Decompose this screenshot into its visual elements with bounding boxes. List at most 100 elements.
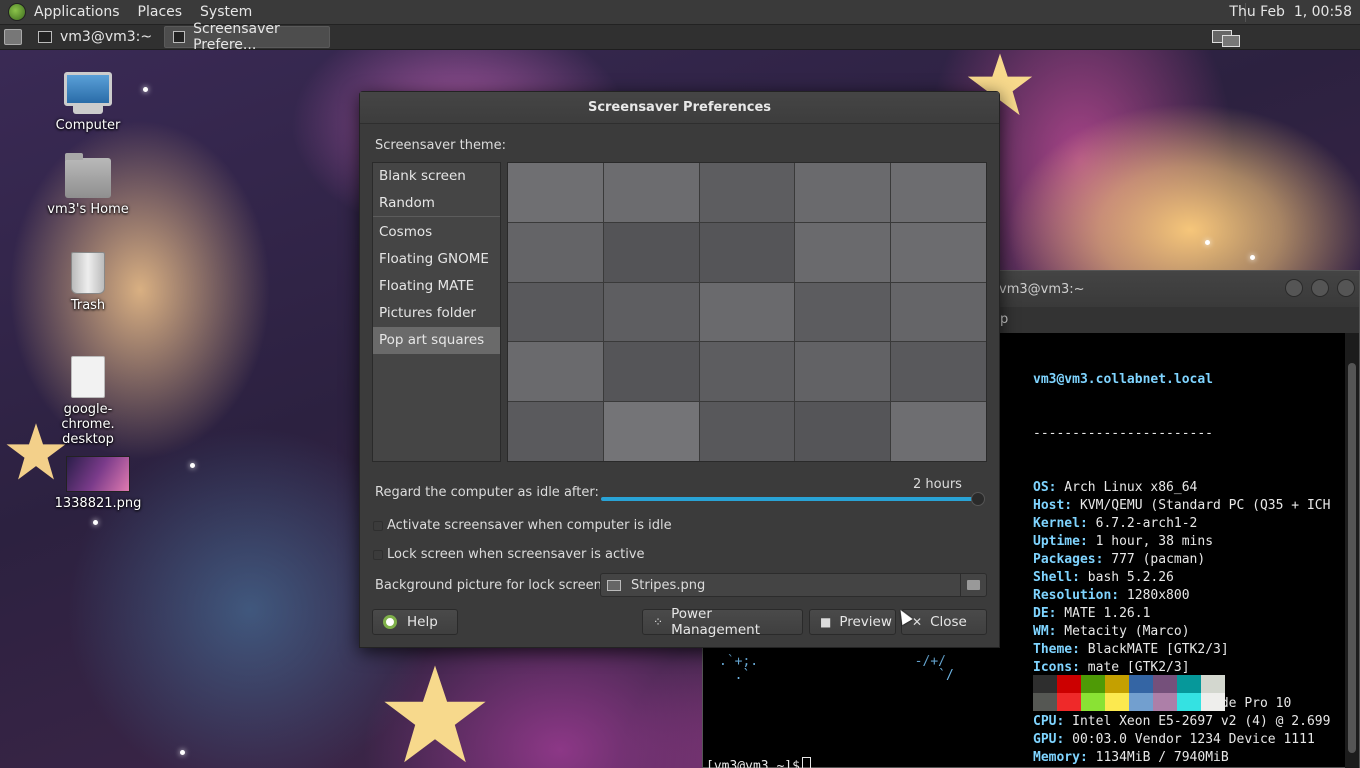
window-list-panel: vm3@vm3:~ Screensaver Prefere... bbox=[0, 21, 1360, 53]
taskbar-screensaver-prefs[interactable]: Screensaver Prefere... bbox=[164, 21, 331, 53]
preview-square bbox=[891, 342, 986, 402]
menu-system[interactable]: System bbox=[198, 4, 262, 20]
trash-icon bbox=[38, 252, 138, 294]
activate-screensaver-checkbox[interactable]: Activate screensaver when computer is id… bbox=[373, 518, 672, 533]
theme-item-random[interactable]: Random bbox=[373, 190, 500, 217]
screensaver-preferences-dialog: Screensaver Preferences Screensaver them… bbox=[359, 91, 1000, 648]
theme-item-blank-screen[interactable]: Blank screen bbox=[373, 163, 500, 190]
palette-swatch bbox=[1201, 693, 1225, 711]
lock-screen-checkbox[interactable]: Lock screen when screensaver is active bbox=[373, 547, 645, 562]
show-desktop-icon[interactable] bbox=[4, 29, 22, 45]
neofetch-value: Intel Xeon E5-2697 v2 (4) @ 2.699 bbox=[1064, 714, 1331, 729]
neofetch-value: 777 (pacman) bbox=[1103, 552, 1206, 567]
idle-slider[interactable] bbox=[601, 497, 979, 501]
neofetch-line: Theme: BlackMATE [GTK2/3] bbox=[1033, 641, 1330, 659]
neofetch-value: 1134MiB / 7940MiB bbox=[1087, 750, 1229, 765]
preview-square bbox=[795, 402, 891, 461]
minimize-icon[interactable] bbox=[1285, 279, 1303, 297]
neofetch-key: Kernel: bbox=[1033, 516, 1088, 531]
neofetch-value: bash 5.2.26 bbox=[1079, 570, 1174, 585]
home-folder-icon bbox=[38, 153, 138, 198]
prompt-text: [vm3@vm3 ~]$ bbox=[706, 759, 800, 768]
desktop-icon-png[interactable]: 1338821.png bbox=[48, 456, 148, 511]
palette-swatch bbox=[1129, 675, 1153, 693]
preview-square bbox=[891, 163, 986, 222]
preview-button[interactable]: ■ Preview bbox=[809, 609, 896, 635]
neofetch-key: Memory: bbox=[1033, 750, 1088, 765]
idle-slider-handle[interactable] bbox=[971, 492, 985, 506]
neofetch-key: Theme: bbox=[1033, 642, 1080, 657]
file-icon bbox=[38, 356, 138, 398]
terminal-menu-help[interactable]: p bbox=[1000, 312, 1008, 327]
wallpaper-star-dot bbox=[1250, 255, 1255, 260]
checkbox-icon[interactable] bbox=[373, 549, 383, 560]
close-icon[interactable] bbox=[1337, 279, 1355, 297]
neofetch-line: Memory: 1134MiB / 7940MiB bbox=[1033, 749, 1330, 767]
preview-square bbox=[603, 163, 699, 222]
help-icon bbox=[383, 615, 397, 629]
theme-item-pictures-folder[interactable]: Pictures folder bbox=[373, 300, 500, 327]
theme-item-cosmos[interactable]: Cosmos bbox=[373, 219, 500, 246]
neofetch-value: 6.7.2-arch1-2 bbox=[1087, 516, 1198, 531]
screensaver-icon bbox=[173, 31, 186, 43]
palette-swatch bbox=[1033, 675, 1057, 693]
mate-logo-icon[interactable] bbox=[8, 3, 26, 21]
power-management-label: Power Management bbox=[671, 606, 760, 638]
neofetch-line: Packages: 777 (pacman) bbox=[1033, 551, 1330, 569]
preview-square bbox=[795, 342, 891, 402]
workspace-switcher[interactable] bbox=[1210, 28, 1244, 47]
preview-square bbox=[891, 282, 986, 342]
preview-square bbox=[508, 342, 603, 402]
neofetch-ascii-art: .`+;. -/+/ .` `/ bbox=[719, 654, 954, 683]
palette-swatch bbox=[1033, 693, 1057, 711]
checkbox-icon[interactable] bbox=[373, 520, 383, 531]
wallpaper-star-dot bbox=[180, 750, 185, 755]
menu-places[interactable]: Places bbox=[136, 4, 193, 20]
maximize-icon[interactable] bbox=[1311, 279, 1329, 297]
scrollbar-thumb[interactable] bbox=[1348, 363, 1356, 753]
neofetch-value: 00:03.0 Vendor 1234 Device 1111 bbox=[1064, 732, 1315, 747]
workspace-2[interactable] bbox=[1222, 35, 1240, 47]
clock[interactable]: Thu Feb 1, 00:58 bbox=[1229, 4, 1352, 20]
lock-screen-label: Lock screen when screensaver is active bbox=[387, 547, 645, 562]
neofetch-key: Uptime: bbox=[1033, 534, 1088, 549]
palette-swatch bbox=[1201, 675, 1225, 693]
theme-list[interactable]: Blank screen Random Cosmos Floating GNOM… bbox=[372, 162, 501, 462]
preview-square bbox=[699, 402, 795, 461]
desktop-icon-home[interactable]: vm3's Home bbox=[38, 153, 138, 217]
theme-item-floating-mate[interactable]: Floating MATE bbox=[373, 273, 500, 300]
dialog-title[interactable]: Screensaver Preferences bbox=[360, 92, 999, 124]
terminal-icon bbox=[38, 31, 52, 43]
desktop-icon-label: 1338821.png bbox=[54, 496, 142, 511]
help-button[interactable]: Help bbox=[372, 609, 458, 635]
open-folder-button[interactable] bbox=[960, 574, 986, 596]
theme-item-pop-art-squares[interactable]: Pop art squares bbox=[373, 327, 500, 354]
power-management-button[interactable]: ⁘ Power Management bbox=[642, 606, 803, 638]
wallpaper-star-dot bbox=[93, 520, 98, 525]
menu-applications[interactable]: Applications bbox=[32, 4, 130, 20]
taskbar-terminal[interactable]: vm3@vm3:~ bbox=[30, 26, 160, 48]
background-file-chooser[interactable]: Stripes.png bbox=[600, 573, 987, 597]
desktop-icon-chrome-desktop[interactable]: google-chrome. desktop bbox=[38, 356, 138, 447]
image-thumbnail-icon bbox=[48, 456, 148, 492]
neofetch-value: Metacity (Marco) bbox=[1056, 624, 1190, 639]
desktop-icon-trash[interactable]: Trash bbox=[38, 252, 138, 313]
theme-label: Screensaver theme: bbox=[375, 138, 506, 153]
preview-square bbox=[699, 342, 795, 402]
preview-square bbox=[603, 222, 699, 282]
stop-icon: ■ bbox=[820, 615, 832, 629]
terminal-scrollbar[interactable] bbox=[1345, 333, 1359, 768]
desktop-icon-label: Computer bbox=[55, 118, 121, 133]
neofetch-key: WM: bbox=[1033, 624, 1057, 639]
neofetch-line: Host: KVM/QEMU (Standard PC (Q35 + ICH bbox=[1033, 497, 1330, 515]
close-button[interactable]: ✕ Close bbox=[901, 609, 987, 635]
neofetch-value: mate [GTK2/3] bbox=[1079, 660, 1190, 675]
background-picture-label: Background picture for lock screen: bbox=[375, 578, 607, 593]
activate-screensaver-label: Activate screensaver when computer is id… bbox=[387, 518, 672, 533]
wallpaper-star-dot bbox=[1205, 240, 1210, 245]
neofetch-line: Resolution: 1280x800 bbox=[1033, 587, 1330, 605]
desktop-icon-computer[interactable]: Computer bbox=[38, 72, 138, 133]
theme-item-floating-gnome[interactable]: Floating GNOME bbox=[373, 246, 500, 273]
terminal-title: vm3@vm3:~ bbox=[999, 282, 1085, 297]
neofetch-key: Host: bbox=[1033, 498, 1073, 513]
